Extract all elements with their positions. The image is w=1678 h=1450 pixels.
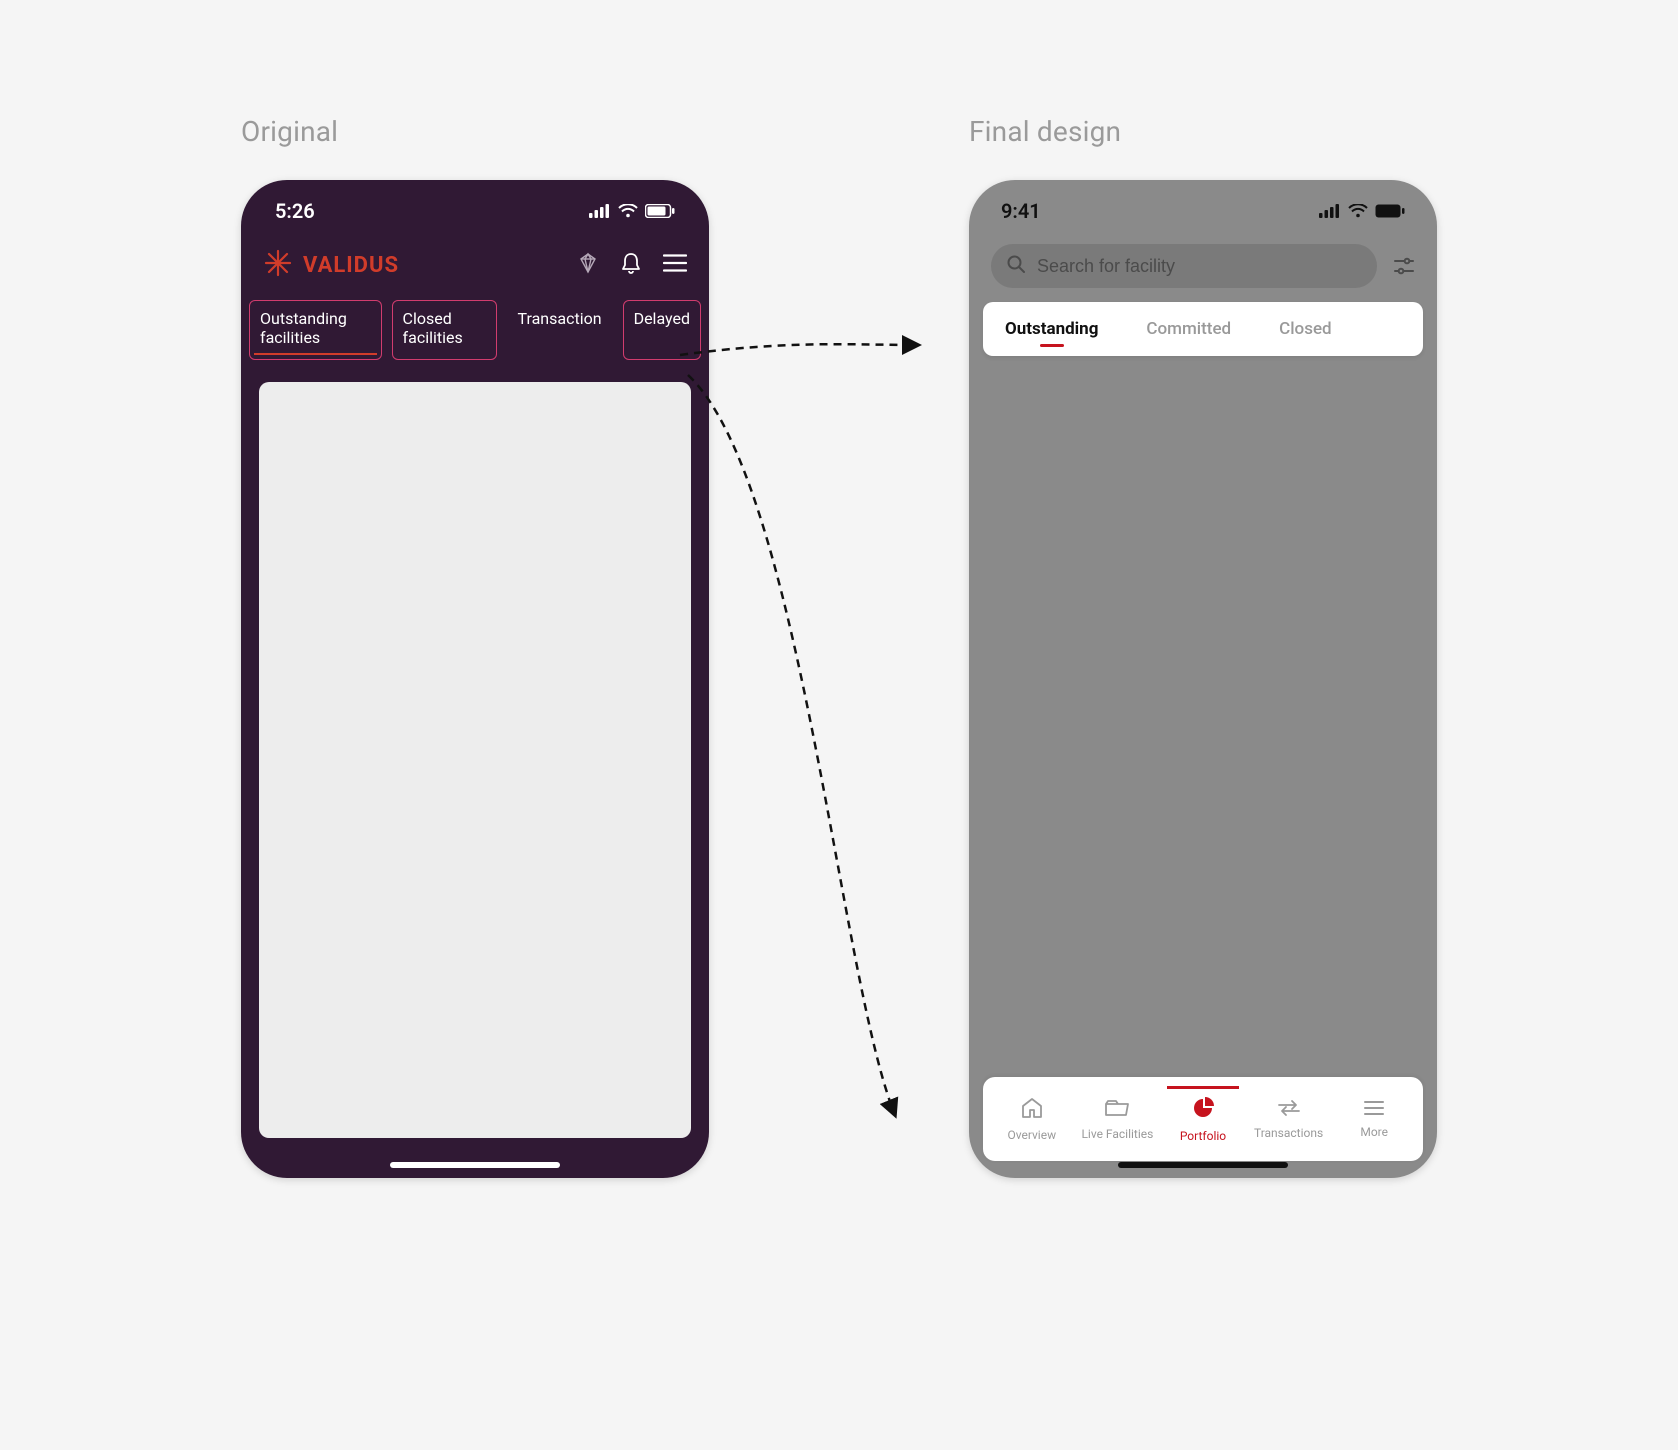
nav-live-facilities[interactable]: Live Facilities [1075, 1098, 1161, 1141]
home-indicator [390, 1162, 560, 1168]
nav-label: Live Facilities [1081, 1127, 1153, 1141]
nav-label: Portfolio [1180, 1129, 1226, 1143]
search-field[interactable] [991, 244, 1377, 288]
brand: VALIDUS [263, 248, 399, 282]
home-icon [1020, 1097, 1044, 1122]
home-indicator [1118, 1162, 1288, 1168]
filter-icon[interactable] [1393, 256, 1415, 276]
tab-bar: Outstanding facilities Closed facilities… [241, 300, 709, 360]
status-time: 5:26 [275, 199, 315, 223]
brand-name: VALIDUS [303, 253, 399, 278]
signal-icon [1319, 199, 1341, 223]
brand-logo-icon [263, 248, 293, 282]
nav-overview[interactable]: Overview [989, 1097, 1075, 1142]
phone-original: 5:26 [241, 180, 709, 1178]
status-bar: 5:26 [241, 180, 709, 242]
signal-icon [589, 199, 611, 223]
tab-transaction[interactable]: Transaction [507, 300, 613, 360]
search-input[interactable] [1037, 256, 1361, 277]
bell-icon[interactable] [621, 252, 641, 278]
bottom-nav: Overview Live Facilities Portfolio [983, 1077, 1423, 1161]
nav-label: More [1360, 1125, 1388, 1139]
menu-icon [1363, 1100, 1385, 1119]
battery-icon [645, 199, 675, 223]
tab-closed[interactable]: Closed [1275, 303, 1336, 355]
tab-committed[interactable]: Committed [1142, 303, 1235, 355]
tab-closed-facilities[interactable]: Closed facilities [392, 300, 497, 360]
tab-bar: Outstanding Committed Closed [983, 302, 1423, 356]
nav-label: Overview [1007, 1128, 1056, 1142]
section-label-original: Original [241, 115, 709, 148]
swap-arrows-icon [1276, 1099, 1302, 1120]
pie-chart-icon [1191, 1096, 1215, 1123]
nav-more[interactable]: More [1331, 1100, 1417, 1139]
tab-outstanding[interactable]: Outstanding [1001, 303, 1102, 355]
section-label-final: Final design [969, 115, 1437, 148]
battery-icon [1375, 199, 1405, 223]
status-time: 9:41 [1001, 199, 1041, 223]
wifi-icon [618, 199, 638, 223]
tab-outstanding-facilities[interactable]: Outstanding facilities [249, 300, 382, 360]
phone-final: 9:41 [969, 180, 1437, 1178]
app-header: VALIDUS [241, 242, 709, 300]
nav-portfolio[interactable]: Portfolio [1160, 1096, 1246, 1143]
hamburger-menu-icon[interactable] [663, 254, 687, 276]
wifi-icon [1348, 199, 1368, 223]
folder-icon [1104, 1098, 1130, 1121]
nav-transactions[interactable]: Transactions [1246, 1099, 1332, 1140]
tab-delayed[interactable]: Delayed [623, 300, 701, 360]
content-placeholder [259, 382, 691, 1138]
nav-label: Transactions [1254, 1126, 1323, 1140]
search-icon [1007, 255, 1025, 277]
status-bar: 9:41 [969, 180, 1437, 242]
diamond-icon[interactable] [577, 252, 599, 278]
